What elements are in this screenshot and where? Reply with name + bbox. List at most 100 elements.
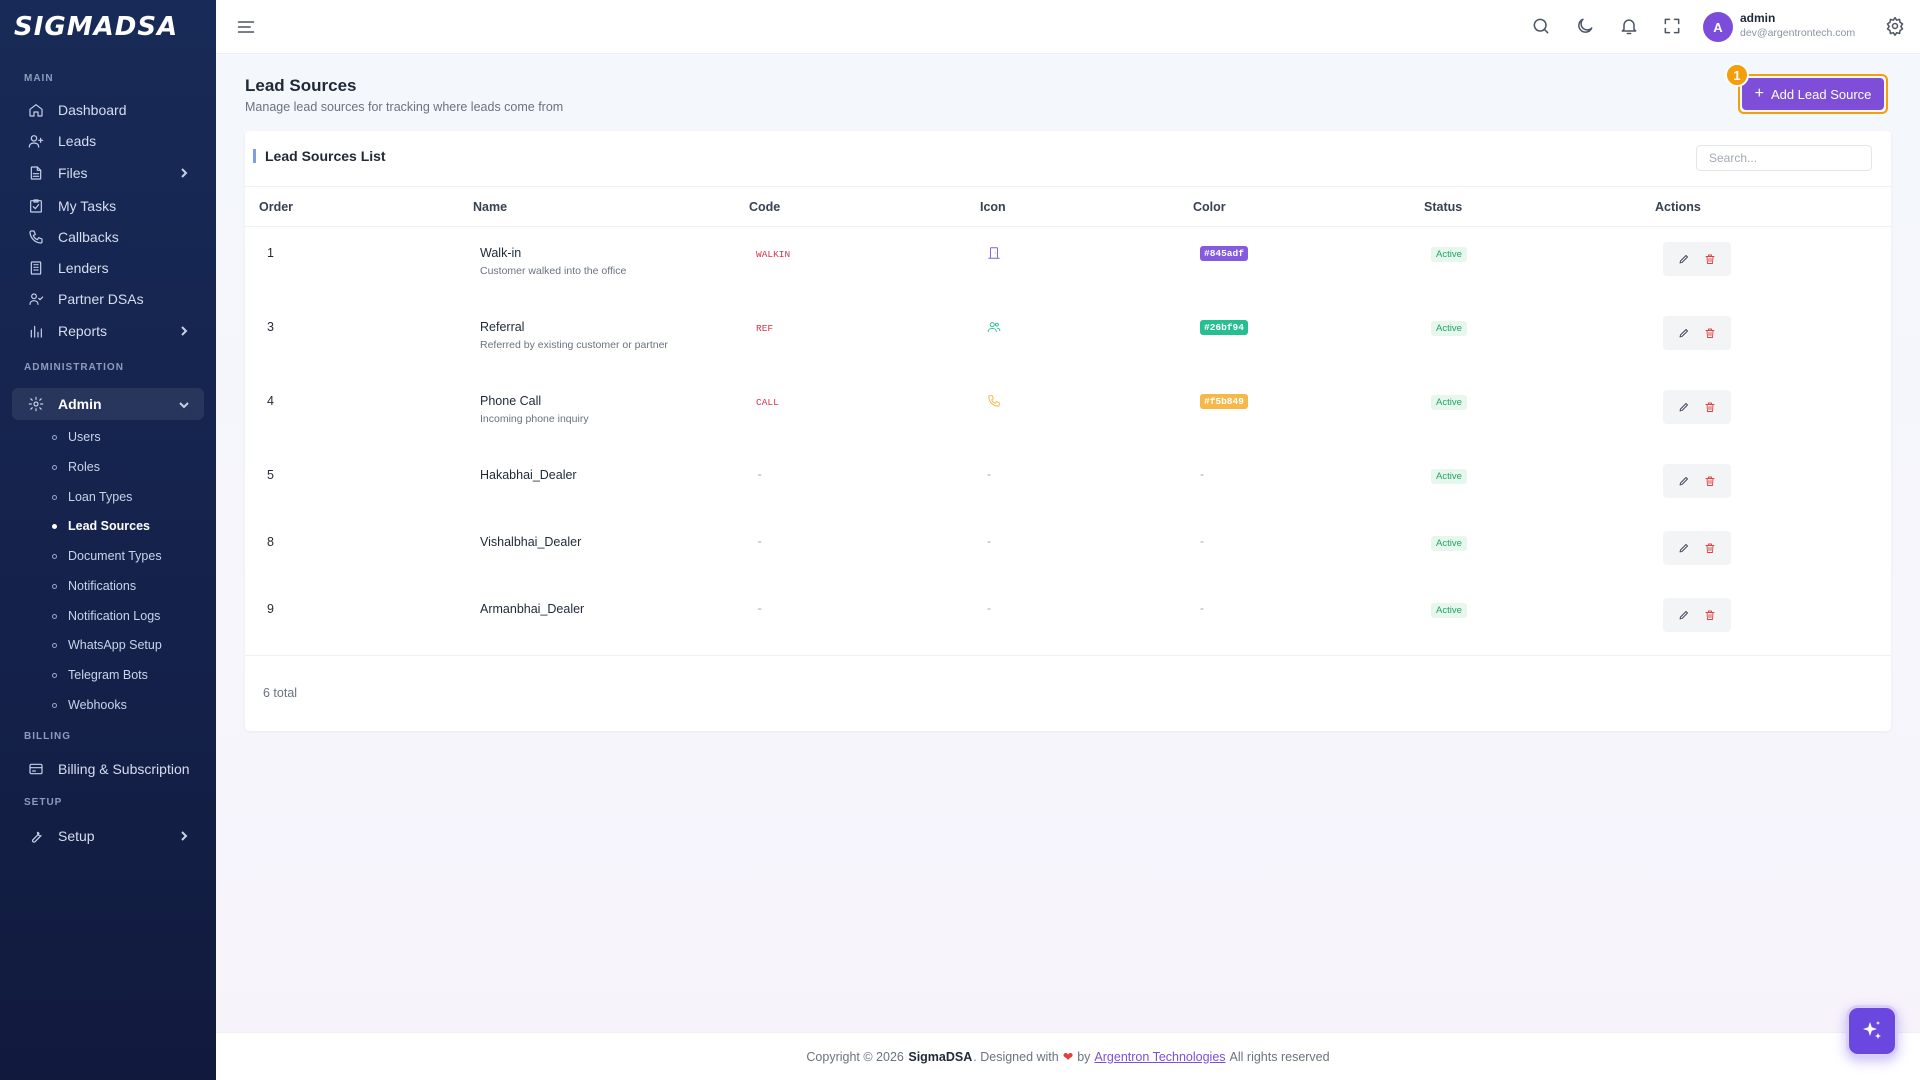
- column-header-color[interactable]: Color: [1193, 200, 1226, 214]
- edit-icon[interactable]: [1673, 470, 1695, 492]
- page-title: Lead Sources: [245, 76, 357, 95]
- user-email: dev@argentrontech.com: [1740, 27, 1856, 39]
- row-actions: [1663, 390, 1731, 424]
- sub-label: Notifications: [68, 579, 137, 593]
- trash-icon[interactable]: [1699, 537, 1721, 559]
- sidebar-item-leads[interactable]: Leads: [12, 126, 204, 156]
- company-link[interactable]: Argentron Technologies: [1094, 1050, 1225, 1064]
- sidebar-item-dashboard[interactable]: Dashboard: [12, 95, 204, 125]
- plus-icon: +: [1754, 85, 1764, 102]
- column-header-code[interactable]: Code: [749, 200, 780, 214]
- edit-icon[interactable]: [1673, 396, 1695, 418]
- search-input[interactable]: [1696, 145, 1872, 171]
- ai-assistant-button[interactable]: [1846, 1005, 1898, 1057]
- sidebar-subitem-notifications[interactable]: Notifications: [52, 576, 136, 596]
- bell-icon[interactable]: [1619, 16, 1639, 36]
- gear-icon: [28, 396, 44, 412]
- sidebar-item-lenders[interactable]: Lenders: [12, 253, 204, 283]
- add-lead-source-button[interactable]: + Add Lead Source: [1742, 78, 1884, 110]
- sidebar-item-label: Reports: [58, 323, 108, 339]
- name-cell: Armanbhai_Dealer: [480, 602, 585, 616]
- bullet: [52, 434, 57, 440]
- order-cell: 5: [267, 468, 274, 482]
- main-content: Lead Sources Manage lead sources for tra…: [216, 54, 1920, 1032]
- file-icon: [28, 165, 44, 181]
- sidebar-subitem-loan-types[interactable]: Loan Types: [52, 487, 132, 507]
- sidebar-item-billing[interactable]: Billing & Subscription: [12, 754, 204, 784]
- by-text: by: [1077, 1049, 1091, 1064]
- edit-icon[interactable]: [1673, 537, 1695, 559]
- sidebar-item-setup[interactable]: Setup: [12, 821, 204, 851]
- sidebar-subitem-whatsapp-setup[interactable]: WhatsApp Setup: [52, 635, 162, 655]
- footer-brand: SigmaDSA: [908, 1049, 973, 1064]
- sidebar-subitem-webhooks[interactable]: Webhooks: [52, 695, 127, 715]
- sidebar-item-label: My Tasks: [58, 198, 117, 214]
- status-badge: Active: [1431, 603, 1467, 618]
- menu-icon[interactable]: [236, 17, 255, 35]
- edit-icon[interactable]: [1673, 604, 1695, 626]
- trash-icon[interactable]: [1699, 470, 1721, 492]
- sidebar-subitem-roles[interactable]: Roles: [52, 457, 100, 477]
- code-cell: WALKIN: [756, 249, 791, 260]
- sidebar-subitem-lead-sources[interactable]: Lead Sources: [52, 516, 150, 536]
- sidebar-subitem-notification-logs[interactable]: Notification Logs: [52, 606, 160, 626]
- description-cell: Customer walked into the office: [480, 265, 627, 277]
- bar-chart-icon: [28, 323, 44, 339]
- bullet: [52, 583, 57, 589]
- sidebar-subitem-document-types[interactable]: Document Types: [52, 546, 162, 566]
- logo[interactable]: SIGMADSA: [14, 10, 178, 44]
- search-icon[interactable]: [1531, 16, 1551, 36]
- sidebar-item-callbacks[interactable]: Callbacks: [12, 222, 204, 252]
- column-header-status[interactable]: Status: [1424, 200, 1462, 214]
- wrench-icon: [28, 828, 44, 844]
- sidebar: SIGMADSA MAIN Dashboard Leads Files My T…: [0, 0, 216, 1080]
- description-cell: Referred by existing customer or partner: [480, 339, 668, 351]
- name-cell: Vishalbhai_Dealer: [480, 535, 582, 549]
- code-cell: REF: [756, 323, 774, 334]
- sidebar-item-my-tasks[interactable]: My Tasks: [12, 191, 204, 221]
- sidebar-item-admin[interactable]: Admin: [12, 388, 204, 420]
- edit-icon[interactable]: [1673, 248, 1695, 270]
- column-header-name[interactable]: Name: [473, 200, 507, 214]
- sub-label: Loan Types: [68, 490, 133, 504]
- card-header: Lead Sources List: [245, 131, 1891, 187]
- column-header-icon[interactable]: Icon: [980, 200, 1006, 214]
- trash-icon[interactable]: [1699, 248, 1721, 270]
- moon-icon[interactable]: [1575, 16, 1595, 36]
- status-badge: Active: [1431, 469, 1467, 484]
- trash-icon[interactable]: [1699, 322, 1721, 344]
- sidebar-subitem-telegram-bots[interactable]: Telegram Bots: [52, 665, 148, 685]
- fullscreen-icon[interactable]: [1662, 16, 1682, 36]
- order-cell: 4: [267, 394, 274, 408]
- sidebar-item-partner-dsas[interactable]: Partner DSAs: [12, 284, 204, 314]
- task-icon: [28, 198, 44, 214]
- column-header-order[interactable]: Order: [259, 200, 293, 214]
- trash-icon[interactable]: [1699, 604, 1721, 626]
- credit-card-icon: [28, 761, 44, 777]
- chevron-right-icon: [178, 166, 190, 178]
- row-actions: [1663, 598, 1731, 632]
- card-title: Lead Sources List: [253, 149, 386, 163]
- settings-gear-icon[interactable]: [1885, 16, 1905, 36]
- edit-icon[interactable]: [1673, 322, 1695, 344]
- topbar: A admin dev@argentrontech.com: [216, 0, 1920, 54]
- sub-label: Notification Logs: [68, 609, 161, 623]
- chevron-down-icon: [178, 398, 190, 410]
- avatar[interactable]: A: [1703, 12, 1733, 42]
- sub-label: Document Types: [68, 549, 162, 563]
- sub-label: Users: [68, 430, 101, 444]
- copyright-text: Copyright © 2026: [806, 1049, 904, 1064]
- trash-icon[interactable]: [1699, 396, 1721, 418]
- page-subtitle: Manage lead sources for tracking where l…: [245, 100, 564, 114]
- name-cell: Walk-in: [480, 246, 522, 260]
- sidebar-subitem-users[interactable]: Users: [52, 427, 101, 447]
- sidebar-item-reports[interactable]: Reports: [12, 316, 204, 346]
- sidebar-item-files[interactable]: Files: [12, 158, 204, 188]
- user-name[interactable]: admin: [1740, 11, 1775, 25]
- icon-cell: -: [987, 467, 991, 481]
- footer: Copyright © 2026 SigmaDSA . Designed wit…: [216, 1032, 1920, 1080]
- sidebar-item-label: Partner DSAs: [58, 291, 144, 307]
- phone-icon: [28, 229, 44, 245]
- name-cell: Phone Call: [480, 394, 542, 408]
- sidebar-item-label: Setup: [58, 828, 95, 844]
